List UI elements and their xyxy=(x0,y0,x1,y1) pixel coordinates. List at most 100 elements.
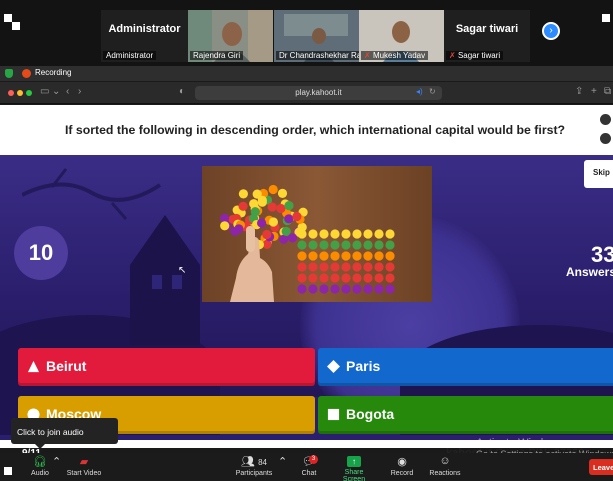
candy-piece xyxy=(297,229,307,239)
candy-piece xyxy=(385,229,395,239)
candy-piece xyxy=(284,214,294,224)
answer-option-green[interactable]: Bogota xyxy=(318,396,613,434)
candy-piece xyxy=(385,240,395,250)
maximize-window-icon[interactable] xyxy=(26,90,32,96)
countdown-timer: 10 xyxy=(14,226,68,280)
candy-piece xyxy=(363,284,373,294)
answer-option-red[interactable]: Beirut xyxy=(18,348,315,386)
fullscreen-icon[interactable] xyxy=(600,133,611,144)
security-shield-icon[interactable] xyxy=(5,69,13,78)
participant-tile-mukesh-yadav[interactable]: Mukesh Yadav xyxy=(359,10,444,62)
privacy-shield-icon[interactable]: ◐ xyxy=(179,86,185,97)
audio-playing-icon[interactable]: ◂) xyxy=(416,87,423,96)
candy-piece xyxy=(234,224,244,234)
participants-count: 84 xyxy=(258,458,267,467)
candy-piece xyxy=(341,251,351,261)
candy-piece xyxy=(252,189,262,199)
start-video-button[interactable]: ▰ Start Video xyxy=(62,455,106,477)
reactions-label: Reactions xyxy=(429,470,461,477)
question-bar: If sorted the following in descending or… xyxy=(0,105,613,155)
candy-piece xyxy=(363,251,373,261)
window-corner-marker xyxy=(4,467,12,475)
audio-options-chevron-icon[interactable]: ⌃ xyxy=(52,455,61,470)
candy-sorting-photo xyxy=(202,166,432,302)
address-bar[interactable]: play.kahoot.it ◂) ↻ xyxy=(195,86,442,100)
participant-name-label: Mukesh Yadav xyxy=(361,51,429,60)
reactions-button[interactable]: ☺︎ Reactions xyxy=(428,455,462,477)
participant-tile-dr-chandrashekhar[interactable]: Dr Chandrashekhar Rag... xyxy=(274,10,359,62)
candy-piece xyxy=(268,184,278,195)
participants-label: Participants xyxy=(235,470,273,477)
candy-piece xyxy=(341,262,351,272)
watermark-title: Activate Windows xyxy=(476,437,563,449)
next-participants-chevron-icon[interactable]: › xyxy=(542,22,560,40)
participant-tile-rajendra-giri[interactable]: Rajendra Giri xyxy=(188,10,273,62)
candy-piece xyxy=(276,203,286,214)
reactions-icon: ☺︎ xyxy=(439,455,451,467)
candy-piece xyxy=(341,240,351,250)
share-screen-button[interactable]: ↑ Share Screen xyxy=(334,455,374,481)
tab-overview-icon[interactable]: ⧉ xyxy=(604,86,611,97)
record-icon: ◉ xyxy=(397,456,407,468)
candy-piece xyxy=(308,273,318,283)
answer-label: Paris xyxy=(346,358,381,374)
candy-piece xyxy=(374,262,384,272)
candy-piece xyxy=(363,262,373,272)
candy-piece xyxy=(385,273,395,283)
participant-tile-sagar-tiwari[interactable]: Sagar tiwari Sagar tiwari xyxy=(444,10,530,62)
new-tab-icon[interactable]: + xyxy=(591,86,597,97)
candy-piece xyxy=(297,262,307,272)
candy-piece xyxy=(374,284,384,294)
reload-icon[interactable]: ↻ xyxy=(429,87,436,96)
participant-tile-administrator[interactable]: Administrator Administrator xyxy=(101,10,188,62)
chat-button[interactable]: 💬︎ 3 Chat xyxy=(296,455,322,477)
candy-piece xyxy=(277,188,288,198)
candy-piece xyxy=(308,251,318,261)
candy-piece xyxy=(267,202,277,212)
forward-icon[interactable]: › xyxy=(78,86,81,97)
background-tree-branches xyxy=(22,168,162,220)
candy-piece xyxy=(330,273,340,283)
participant-name-label: Rajendra Giri xyxy=(190,51,244,60)
minimize-window-icon[interactable] xyxy=(17,90,23,96)
answer-option-blue[interactable]: Paris xyxy=(318,348,613,386)
candy-piece xyxy=(330,240,340,250)
candy-piece xyxy=(319,273,329,283)
close-window-icon[interactable] xyxy=(8,90,14,96)
sidebar-icon[interactable]: ▭ xyxy=(40,86,49,97)
candy-piece xyxy=(308,284,318,294)
video-off-icon: ▰ xyxy=(79,456,89,468)
skip-button[interactable]: Skip xyxy=(584,160,613,188)
back-icon[interactable]: ‹ xyxy=(66,86,69,97)
candy-piece xyxy=(319,262,329,272)
candy-piece xyxy=(238,189,248,199)
candy-piece xyxy=(330,262,340,272)
leave-button[interactable]: Leave xyxy=(589,459,613,475)
candy-piece xyxy=(341,273,351,283)
candy-piece xyxy=(268,217,278,227)
question-text: If sorted the following in descending or… xyxy=(64,123,566,137)
candy-piece xyxy=(352,284,362,294)
audio-button[interactable]: 🎧︎ Audio xyxy=(26,455,54,477)
mouse-cursor-icon: ↖ xyxy=(178,265,187,276)
window-corner-marker xyxy=(4,14,12,22)
candy-piece xyxy=(330,284,340,294)
candy-piece xyxy=(385,251,395,261)
candy-piece xyxy=(352,240,362,250)
candy-piece xyxy=(352,262,362,272)
candy-piece xyxy=(385,284,395,294)
candy-piece xyxy=(297,284,307,294)
candy-piece xyxy=(308,229,318,239)
record-button[interactable]: ◉ Record xyxy=(388,455,416,477)
participant-name-label: Sagar tiwari xyxy=(446,51,504,60)
settings-icon[interactable] xyxy=(600,114,611,125)
window-corner-marker xyxy=(12,22,20,30)
share-icon[interactable]: ⇪ xyxy=(575,86,583,97)
start-video-label: Start Video xyxy=(66,470,102,477)
question-image xyxy=(202,166,432,302)
sidebar-menu-chevron-icon[interactable]: ⌄ xyxy=(52,86,60,97)
zoom-participant-strip: Administrator Administrator Rajendra Gir… xyxy=(0,0,613,66)
participants-button[interactable]: 👥︎ 84 Participants xyxy=(228,455,280,477)
zoom-toolbar: 🎧︎ Audio ⌃ ▰ Start Video 👥︎ 84 Participa… xyxy=(0,453,613,481)
participants-options-chevron-icon[interactable]: ⌃ xyxy=(278,455,287,470)
